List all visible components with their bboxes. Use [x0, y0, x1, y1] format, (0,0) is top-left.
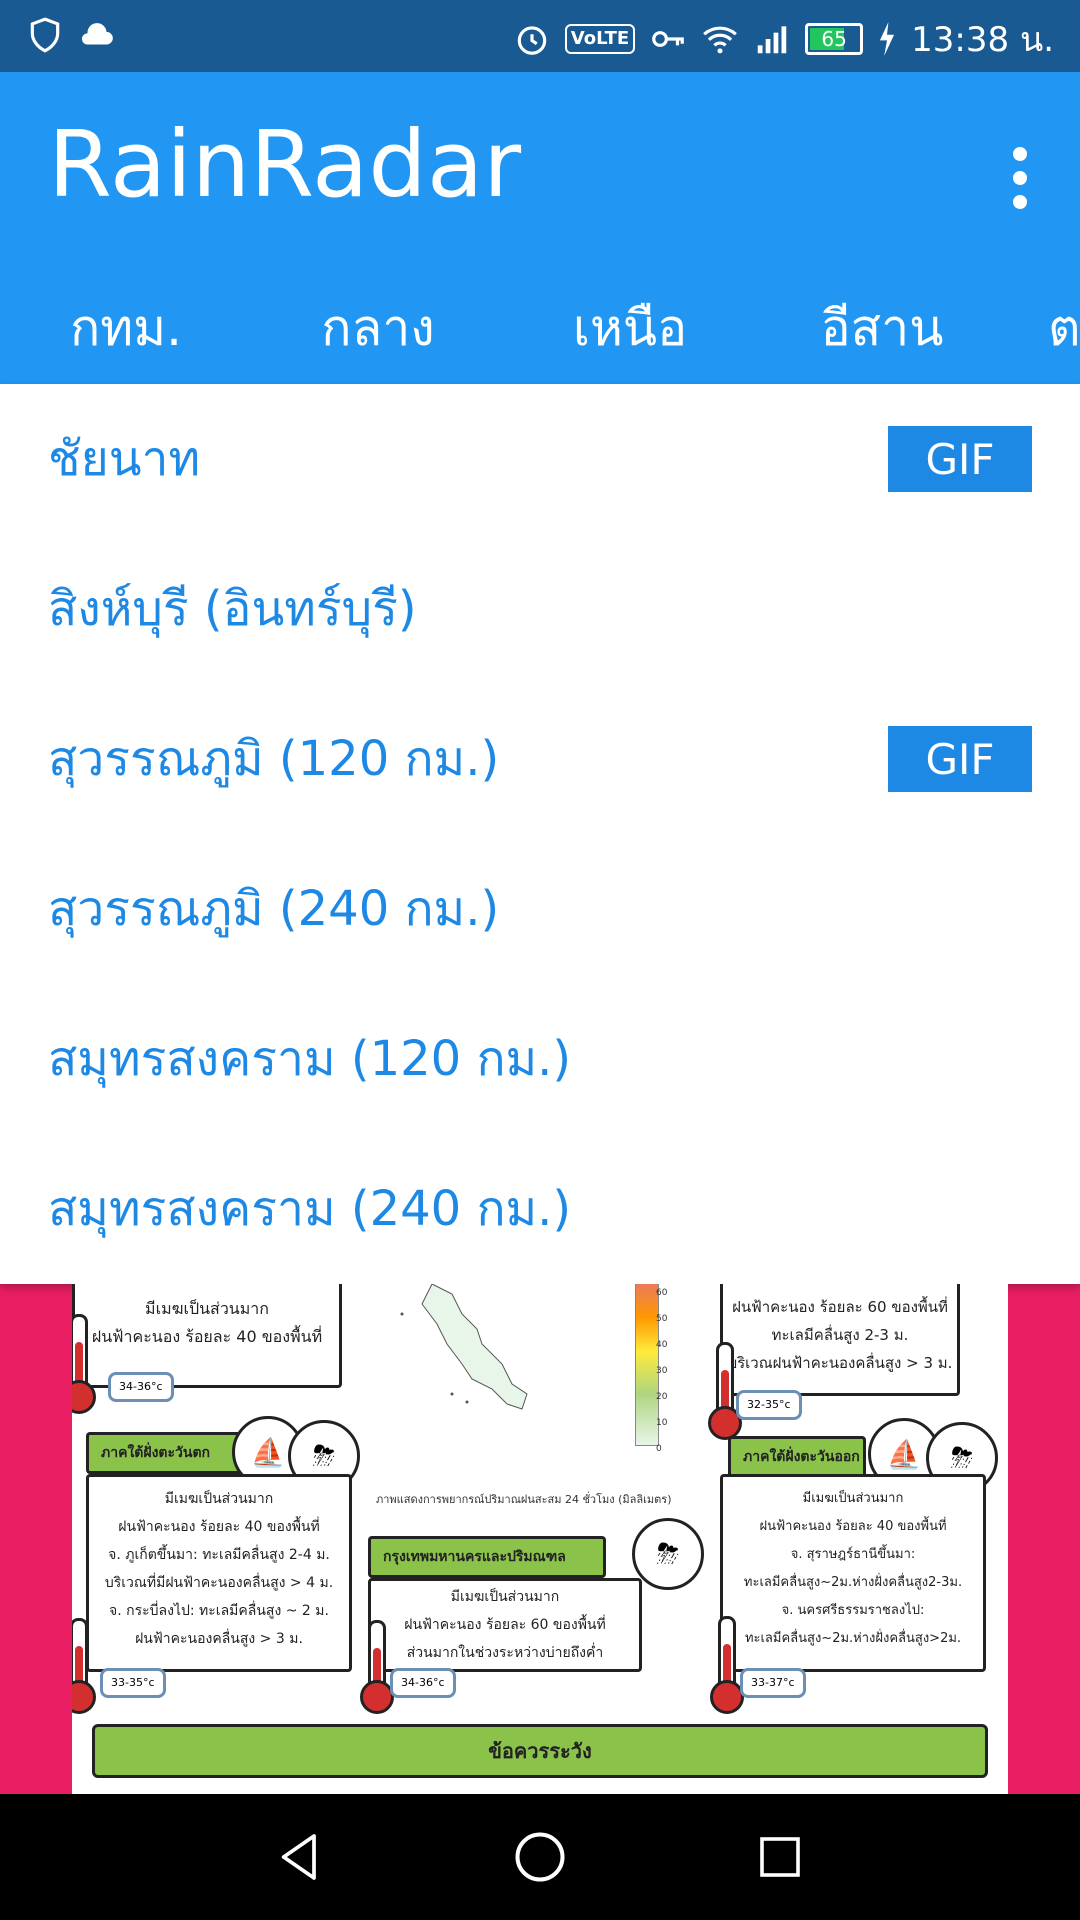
list-item[interactable]: ชัยนาท GIF	[0, 384, 1080, 534]
card-line: ฝนฟ้าคะนอง ร้อยละ 40 ของพื้นที่	[759, 1519, 947, 1534]
list-item[interactable]: สิงห์บุรี (อินทร์บุรี)	[0, 534, 1080, 684]
radar-list: ชัยนาท GIF สิงห์บุรี (อินทร์บุรี) สุวรรณ…	[0, 384, 1080, 1284]
card-line: ฝนฟ้าคะนอง ร้อยละ 60 ของพื้นที่	[404, 1617, 606, 1633]
card-line: บริเวณที่มีฝนฟ้าคะนองคลื่นสูง > 4 ม.	[104, 1575, 334, 1591]
recents-button[interactable]	[740, 1817, 820, 1897]
tab-northeast[interactable]: อีสาน	[756, 272, 1008, 384]
list-item[interactable]: สุวรรณภูมิ (120 กม.) GIF	[0, 684, 1080, 834]
thermometer-bulb-icon	[72, 1680, 96, 1714]
list-item[interactable]: สุวรรณภูมิ (240 กม.)	[0, 834, 1080, 984]
radar-name[interactable]: สุวรรณภูมิ (240 กม.)	[48, 871, 499, 947]
forecast-card-top-right: ฝนฟ้าคะนอง ร้อยละ 60 ของพื้นที่ ทะเลมีคล…	[720, 1284, 960, 1396]
charging-icon	[880, 22, 895, 56]
overflow-menu-button[interactable]	[990, 128, 1050, 228]
thunderstorm-icon: ⛈	[632, 1518, 704, 1590]
card-line: ทะเลมีคลื่นสูง~2ม.ห่างฝั่งคลื่นสูง2-3ม.	[743, 1575, 963, 1590]
card-line: ฝนฟ้าคะนอง ร้อยละ 40 ของพื้นที่	[118, 1519, 320, 1535]
card-line: ส่วนมากในช่วงระหว่างบ่ายถึงค่ำ	[406, 1645, 604, 1661]
warning-header: ข้อควรระวัง	[92, 1724, 988, 1778]
rainfall-scale-ticks: 60 50 40 30 20 10 0	[656, 1288, 668, 1454]
thermometer-bulb-icon	[710, 1680, 744, 1714]
radar-name[interactable]: ชัยนาท	[48, 421, 200, 497]
app-title: RainRadar	[48, 111, 522, 218]
overflow-dot-icon	[1013, 195, 1027, 209]
card-line: จ. กระบี่ลงไป: ทะเลมีคลื่นสูง ~ 2 ม.	[109, 1603, 329, 1619]
key-icon	[652, 31, 684, 47]
recents-icon	[760, 1837, 800, 1877]
map-caption: ภาพแสดงการพยากรณ์ปริมาณฝนสะสม 24 ชั่วโมง…	[376, 1493, 672, 1506]
navigation-bar	[0, 1794, 1080, 1920]
forecast-card-west: มีเมฆเป็นส่วนมาก ฝนฟ้าคะนอง ร้อยละ 40 ขอ…	[86, 1474, 352, 1672]
status-time: 13:38 น.	[911, 20, 1054, 60]
card-line: จ. สุราษฎร์ธานีขึ้นมา:	[790, 1547, 916, 1562]
forecast-infographic: มีเมฆเป็นส่วนมาก ฝนฟ้าคะนอง ร้อยละ 40 ขอ…	[72, 1284, 1008, 1794]
card-line: บริเวณฝนฟ้าคะนองคลื่นสูง > 3 ม.	[727, 1354, 953, 1372]
back-icon	[281, 1834, 316, 1880]
thermometer-icon	[72, 1314, 88, 1390]
radar-name[interactable]: สุวรรณภูมิ (120 กม.)	[48, 721, 499, 797]
tab-east[interactable]: ตะ	[1008, 272, 1080, 384]
app-bar: RainRadar กทม. กลาง เหนือ อีสาน ตะ	[0, 72, 1080, 384]
shield-icon	[30, 17, 60, 53]
temperature-label: 34-36°c	[108, 1372, 174, 1402]
battery-icon: 65	[805, 23, 864, 55]
overflow-dot-icon	[1013, 171, 1027, 185]
radar-name[interactable]: สมุทรสงคราม (240 กม.)	[48, 1171, 571, 1247]
card-line: ฝนฟ้าคะนอง ร้อยละ 40 ของพื้นที่	[91, 1327, 323, 1346]
cloud-icon	[81, 23, 113, 45]
card-line: มีเมฆเป็นส่วนมาก	[145, 1299, 269, 1318]
region-tabs: กทม. กลาง เหนือ อีสาน ตะ	[0, 272, 1080, 384]
home-icon	[515, 1832, 565, 1882]
battery-level: 65	[821, 27, 847, 51]
card-line: ฝนฟ้าคะนอง ร้อยละ 60 ของพื้นที่	[732, 1298, 948, 1316]
forecast-card-bangkok: มีเมฆเป็นส่วนมาก ฝนฟ้าคะนอง ร้อยละ 60 ขอ…	[368, 1578, 642, 1672]
temperature-label: 32-35°c	[736, 1390, 802, 1420]
radar-name[interactable]: สมุทรสงคราม (120 กม.)	[48, 1021, 571, 1097]
temperature-label: 33-35°c	[100, 1668, 166, 1698]
signal-icon	[757, 26, 787, 54]
card-header-bangkok: กรุงเทพมหานครและปริมณฑล	[368, 1536, 606, 1578]
card-line: จ. นครศรีธรรมราชลงไป:	[781, 1603, 925, 1618]
tab-bangkok[interactable]: กทม.	[0, 272, 252, 384]
card-line: จ. ภูเก็ตขึ้นมา: ทะเลมีคลื่นสูง 2-4 ม.	[108, 1547, 330, 1563]
wifi-icon	[703, 26, 738, 54]
gif-button[interactable]: GIF	[888, 726, 1032, 792]
card-line: มีเมฆเป็นส่วนมาก	[450, 1589, 560, 1605]
radar-name[interactable]: สิงห์บุรี (อินทร์บุรี)	[48, 571, 417, 647]
gif-button[interactable]: GIF	[888, 426, 1032, 492]
card-line: ฝนฟ้าคะนองคลื่นสูง > 3 ม.	[135, 1631, 303, 1647]
thailand-south-map	[400, 1284, 528, 1410]
card-line: ทะเลมีคลื่นสูง 2-3 ม.	[771, 1326, 909, 1344]
list-item[interactable]: สมุทรสงคราม (240 กม.)	[0, 1134, 1080, 1284]
volte-icon: VoLTE	[564, 24, 636, 54]
card-header-west: ภาคใต้ฝั่งตะวันตก	[86, 1432, 244, 1474]
card-line: มีเมฆเป็นส่วนมาก	[802, 1491, 904, 1506]
tab-north[interactable]: เหนือ	[504, 272, 756, 384]
alarm-icon	[517, 26, 547, 55]
thermometer-bulb-icon	[360, 1680, 394, 1714]
temperature-label: 33-37°c	[740, 1668, 806, 1698]
card-line: มีเมฆเป็นส่วนมาก	[164, 1491, 274, 1507]
home-button[interactable]	[500, 1817, 580, 1897]
list-item[interactable]: สมุทรสงคราม (120 กม.)	[0, 984, 1080, 1134]
tab-central[interactable]: กลาง	[252, 272, 504, 384]
card-line: ทะเลมีคลื่นสูง~2ม.ห่างฝั่งคลื่นสูง>2ม.	[744, 1631, 962, 1646]
forecast-card-east: มีเมฆเป็นส่วนมาก ฝนฟ้าคะนอง ร้อยละ 40 ขอ…	[720, 1474, 986, 1672]
card-header-east: ภาคใต้ฝั่งตะวันออก	[728, 1436, 866, 1478]
temperature-label: 34-36°c	[390, 1668, 456, 1698]
status-bar: VoLTE 65 13:38 น.	[0, 0, 1080, 72]
back-button[interactable]	[260, 1817, 340, 1897]
overflow-dot-icon	[1013, 147, 1027, 161]
